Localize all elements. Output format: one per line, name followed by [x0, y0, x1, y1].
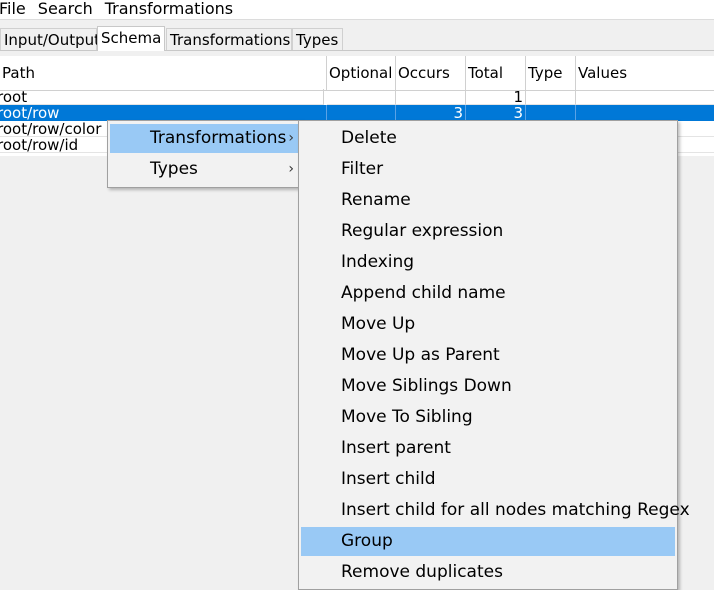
- cell-occurs: [396, 89, 466, 105]
- tab-bar: Input/Output Schema Transformations Type…: [0, 26, 714, 51]
- submenu-item-regular-expression[interactable]: Regular expression: [301, 217, 675, 246]
- column-header-occurs[interactable]: Occurs: [396, 56, 466, 90]
- column-header-type[interactable]: Type: [526, 56, 576, 90]
- tab-input-output[interactable]: Input/Output: [0, 28, 100, 50]
- table-header: Path Optional Occurs Total Type Values: [0, 56, 714, 91]
- tab-types[interactable]: Types: [292, 28, 343, 50]
- column-header-values[interactable]: Values: [576, 56, 714, 90]
- cell-total: 1: [466, 89, 526, 105]
- context-menu-item-types[interactable]: Types ›: [110, 155, 300, 184]
- cell-optional: [327, 105, 396, 121]
- tab-transformations[interactable]: Transformations: [166, 28, 292, 50]
- tab-schema[interactable]: Schema: [97, 26, 165, 51]
- submenu-item-move-to-sibling[interactable]: Move To Sibling: [301, 403, 675, 432]
- cell-total: 3: [466, 105, 526, 121]
- context-menu: Transformations › Types ›: [107, 120, 303, 188]
- submenu-item-move-siblings-down[interactable]: Move Siblings Down: [301, 372, 675, 401]
- column-header-optional[interactable]: Optional: [327, 56, 396, 90]
- submenu-item-insert-parent[interactable]: Insert parent: [301, 434, 675, 463]
- submenu-item-insert-child-regex[interactable]: Insert child for all nodes matching Rege…: [301, 496, 690, 525]
- cell-path: root/row: [0, 105, 327, 121]
- column-header-path[interactable]: Path: [0, 56, 327, 90]
- submenu-item-group[interactable]: Group: [301, 527, 675, 556]
- cell-values: [576, 105, 714, 121]
- submenu-item-rename[interactable]: Rename: [301, 186, 675, 215]
- table-row-selected[interactable]: root/row 3 3: [0, 105, 714, 121]
- cell-path: root: [0, 89, 324, 105]
- submenu-item-indexing[interactable]: Indexing: [301, 248, 675, 277]
- submenu-item-move-up[interactable]: Move Up: [301, 310, 675, 339]
- menu-transformations[interactable]: Transformations: [97, 0, 237, 20]
- cell-type: [526, 105, 576, 121]
- submenu-item-filter[interactable]: Filter: [301, 155, 675, 184]
- chevron-right-icon: ›: [288, 161, 294, 177]
- submenu-item-append-child-name[interactable]: Append child name: [301, 279, 675, 308]
- submenu-item-insert-child[interactable]: Insert child: [301, 465, 675, 494]
- menubar: File Search Transformations: [0, 0, 714, 20]
- menu-file[interactable]: File: [0, 0, 30, 20]
- context-menu-label: Types: [150, 159, 198, 179]
- cell-optional: [327, 89, 396, 105]
- cell-occurs: 3: [396, 105, 466, 121]
- submenu-item-move-up-as-parent[interactable]: Move Up as Parent: [301, 341, 675, 370]
- context-menu-label: Transformations: [150, 128, 287, 148]
- chevron-right-icon: ›: [288, 130, 294, 146]
- context-menu-item-transformations[interactable]: Transformations ›: [110, 124, 300, 153]
- table-row[interactable]: root 1: [0, 89, 714, 105]
- submenu-item-delete[interactable]: Delete: [301, 124, 675, 153]
- submenu-item-remove-duplicates[interactable]: Remove duplicates: [301, 558, 675, 587]
- cell-type: [526, 89, 576, 105]
- column-header-total[interactable]: Total: [466, 56, 526, 90]
- menu-search[interactable]: Search: [30, 0, 97, 20]
- menubar-divider: [0, 19, 714, 20]
- cell-values: [576, 89, 714, 105]
- transformations-submenu: Delete Filter Rename Regular expression …: [298, 120, 690, 590]
